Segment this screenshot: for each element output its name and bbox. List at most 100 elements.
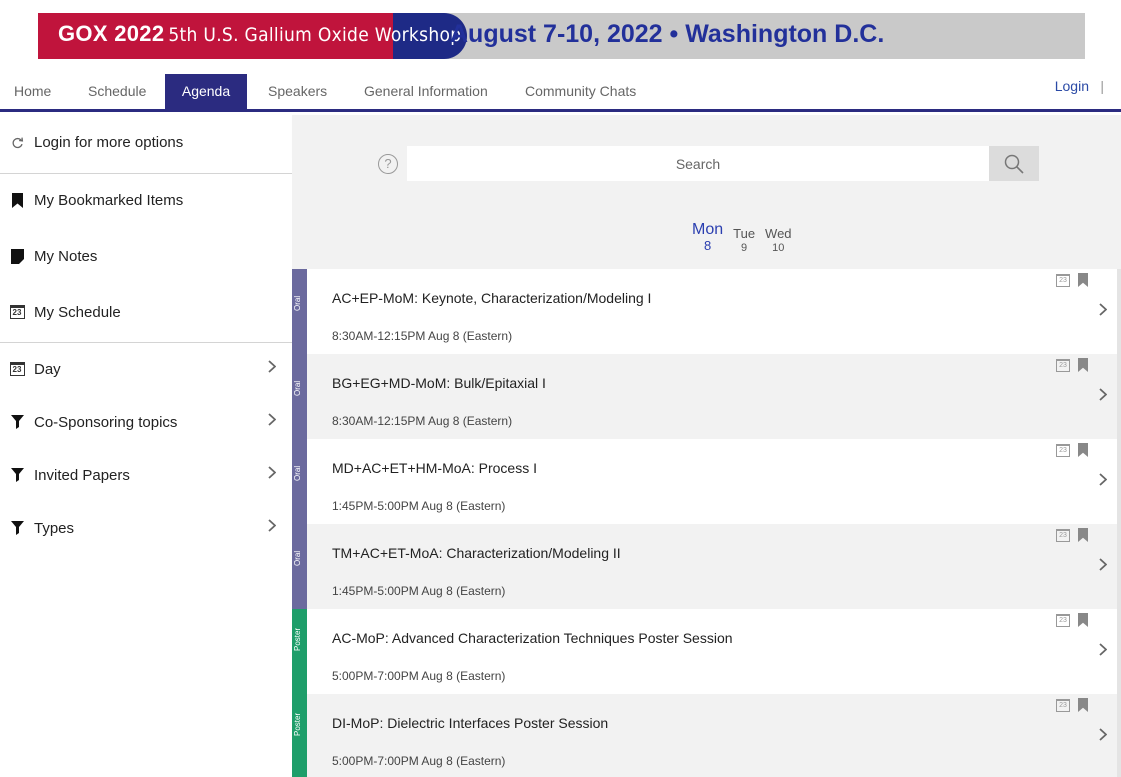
day-mon[interactable]: Mon 8 bbox=[692, 222, 723, 255]
chevron-right-icon[interactable] bbox=[1099, 303, 1108, 321]
sidebar-item-types-label: Types bbox=[34, 519, 75, 537]
session-type-label: Oral bbox=[293, 380, 302, 396]
search-icon bbox=[1004, 154, 1024, 174]
search-button[interactable] bbox=[989, 146, 1039, 181]
chevron-right-icon[interactable] bbox=[1099, 558, 1108, 576]
agenda-main: ? Mon 8 Tue 9 Wed 10 Oral AC+EP-MoM: Key… bbox=[292, 115, 1121, 777]
session-title[interactable]: TM+AC+ET-MoA: Characterization/Modeling … bbox=[332, 545, 621, 561]
session-type-bar: Oral bbox=[292, 354, 307, 439]
session-time: 5:00PM-7:00PM Aug 8 (Eastern) bbox=[332, 754, 506, 768]
calendar-icon-number: 23 bbox=[9, 362, 25, 376]
filter-icon bbox=[0, 468, 34, 482]
session-row[interactable]: Oral AC+EP-MoM: Keynote, Characterizatio… bbox=[292, 269, 1117, 354]
day-tue[interactable]: Tue 9 bbox=[733, 227, 755, 255]
sidebar-login-options-label: Login for more options bbox=[34, 133, 184, 151]
tab-general-information[interactable]: General Information bbox=[354, 74, 498, 109]
session-row[interactable]: Oral MD+AC+ET+HM-MoA: Process I 1:45PM-5… bbox=[292, 439, 1117, 524]
session-time: 1:45PM-5:00PM Aug 8 (Eastern) bbox=[332, 499, 506, 513]
add-to-calendar-icon[interactable]: 23 bbox=[1056, 359, 1070, 372]
login-link[interactable]: Login bbox=[1055, 78, 1089, 94]
banner-subtitle: 5th U.S. Gallium Oxide Workshop bbox=[168, 24, 462, 46]
sidebar-item-notes-label: My Notes bbox=[34, 247, 98, 265]
banner-title: GOX 2022 5th U.S. Gallium Oxide Workshop bbox=[58, 21, 461, 47]
add-to-calendar-icon[interactable]: 23 bbox=[1056, 699, 1070, 712]
session-type-label: Poster bbox=[293, 712, 302, 736]
chevron-right-icon bbox=[268, 360, 292, 378]
session-row[interactable]: Oral BG+EG+MD-MoM: Bulk/Epitaxial I 8:30… bbox=[292, 354, 1117, 439]
chevron-right-icon[interactable] bbox=[1099, 728, 1108, 746]
day-wed[interactable]: Wed 10 bbox=[765, 227, 792, 255]
add-to-calendar-icon[interactable]: 23 bbox=[1056, 614, 1070, 627]
sidebar-item-day[interactable]: 23 Day bbox=[0, 349, 292, 389]
bookmark-icon[interactable] bbox=[1078, 613, 1088, 627]
sidebar: Login for more options My Bookmarked Ite… bbox=[0, 115, 333, 777]
session-list: Oral AC+EP-MoM: Keynote, Characterizatio… bbox=[292, 269, 1121, 777]
session-title[interactable]: AC+EP-MoM: Keynote, Characterization/Mod… bbox=[332, 290, 651, 306]
session-type-bar: Oral bbox=[292, 524, 307, 609]
sidebar-divider bbox=[0, 342, 292, 343]
workshop-banner[interactable]: GOX 2022 5th U.S. Gallium Oxide Workshop … bbox=[38, 13, 1085, 59]
sidebar-item-bookmarked[interactable]: My Bookmarked Items bbox=[0, 180, 292, 220]
tab-schedule[interactable]: Schedule bbox=[78, 74, 156, 109]
day-mon-name: Mon bbox=[692, 221, 724, 238]
session-title[interactable]: MD+AC+ET+HM-MoA: Process I bbox=[332, 460, 537, 476]
add-to-calendar-icon[interactable]: 23 bbox=[1056, 444, 1070, 457]
sidebar-divider bbox=[0, 173, 292, 174]
filter-icon bbox=[0, 521, 34, 535]
sidebar-item-schedule-label: My Schedule bbox=[34, 303, 121, 321]
bookmark-icon[interactable] bbox=[1078, 358, 1088, 372]
sidebar-item-types[interactable]: Types bbox=[0, 508, 292, 548]
session-type-label: Oral bbox=[293, 550, 302, 566]
bookmark-icon[interactable] bbox=[1078, 273, 1088, 287]
day-tue-number: 9 bbox=[741, 242, 748, 254]
tab-agenda[interactable]: Agenda bbox=[165, 74, 247, 109]
add-to-calendar-icon[interactable]: 23 bbox=[1056, 529, 1070, 542]
day-wed-name: Wed bbox=[765, 226, 792, 241]
session-type-bar: Oral bbox=[292, 439, 307, 524]
refresh-icon bbox=[0, 136, 34, 149]
session-title[interactable]: BG+EG+MD-MoM: Bulk/Epitaxial I bbox=[332, 375, 546, 391]
session-time: 8:30AM-12:15PM Aug 8 (Eastern) bbox=[332, 414, 513, 428]
session-row[interactable]: Poster AC-MoP: Advanced Characterization… bbox=[292, 609, 1117, 694]
session-title[interactable]: DI-MoP: Dielectric Interfaces Poster Ses… bbox=[332, 715, 608, 731]
sidebar-item-co-sponsoring[interactable]: Co-Sponsoring topics bbox=[0, 402, 292, 442]
sidebar-item-bookmarked-label: My Bookmarked Items bbox=[34, 191, 184, 209]
sidebar-item-notes[interactable]: My Notes bbox=[0, 236, 292, 276]
calendar-icon: 23 bbox=[0, 305, 34, 319]
tab-community-chats[interactable]: Community Chats bbox=[515, 74, 646, 109]
search-input[interactable] bbox=[407, 146, 989, 181]
help-icon[interactable]: ? bbox=[378, 154, 398, 174]
chevron-right-icon[interactable] bbox=[1099, 388, 1108, 406]
scrollbar[interactable] bbox=[1117, 269, 1121, 777]
sidebar-item-schedule[interactable]: 23 My Schedule bbox=[0, 292, 292, 332]
sidebar-item-invited-papers[interactable]: Invited Papers bbox=[0, 455, 292, 495]
tab-home[interactable]: Home bbox=[4, 74, 61, 109]
bookmark-icon[interactable] bbox=[1078, 528, 1088, 542]
filter-icon bbox=[0, 415, 34, 429]
session-type-bar: Oral bbox=[292, 269, 307, 354]
calendar-icon: 23 bbox=[0, 362, 34, 376]
session-type-bar: Poster bbox=[292, 694, 307, 777]
sidebar-item-day-label: Day bbox=[34, 360, 61, 378]
chevron-right-icon[interactable] bbox=[1099, 473, 1108, 491]
chevron-right-icon[interactable] bbox=[1099, 643, 1108, 661]
bookmark-icon[interactable] bbox=[1078, 443, 1088, 457]
session-row[interactable]: Poster DI-MoP: Dielectric Interfaces Pos… bbox=[292, 694, 1117, 777]
session-row[interactable]: Oral TM+AC+ET-MoA: Characterization/Mode… bbox=[292, 524, 1117, 609]
chevron-right-icon bbox=[268, 519, 292, 537]
tab-speakers[interactable]: Speakers bbox=[258, 74, 337, 109]
session-title[interactable]: AC-MoP: Advanced Characterization Techni… bbox=[332, 630, 733, 646]
add-to-calendar-icon[interactable]: 23 bbox=[1056, 274, 1070, 287]
bookmark-icon[interactable] bbox=[1078, 698, 1088, 712]
main-nav: Home Schedule Agenda Speakers General In… bbox=[0, 74, 1121, 112]
note-icon bbox=[0, 248, 34, 264]
day-wed-number: 10 bbox=[772, 242, 785, 254]
sidebar-item-co-sponsoring-label: Co-Sponsoring topics bbox=[34, 413, 178, 431]
calendar-icon-number: 23 bbox=[9, 305, 25, 319]
session-type-label: Poster bbox=[293, 627, 302, 651]
session-type-label: Oral bbox=[293, 295, 302, 311]
sidebar-login-options[interactable]: Login for more options bbox=[0, 122, 292, 162]
session-type-label: Oral bbox=[293, 465, 302, 481]
banner-title-main: GOX 2022 bbox=[58, 21, 165, 46]
day-mon-number: 8 bbox=[703, 238, 712, 253]
